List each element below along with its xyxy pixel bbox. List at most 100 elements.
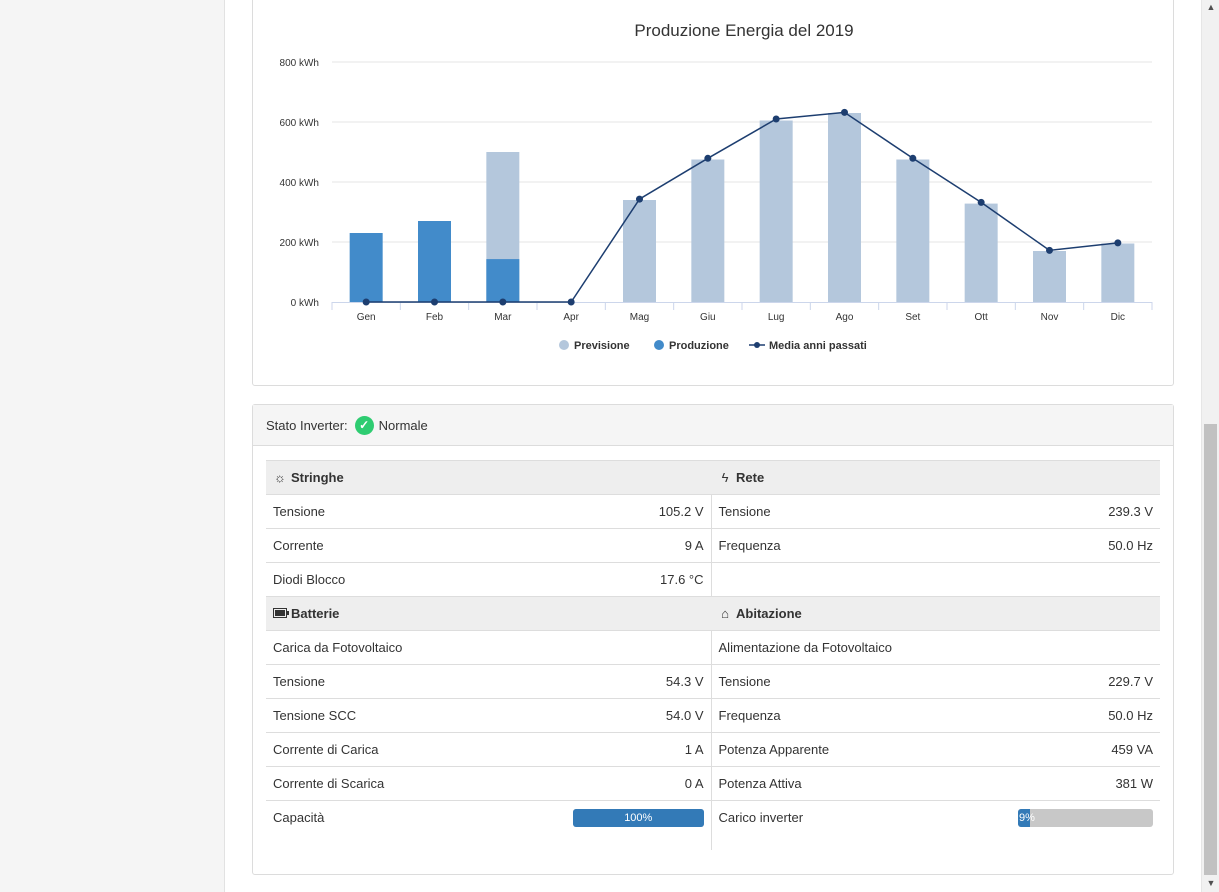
batterie-mode: Carica da Fotovoltaico [266,630,712,665]
capacity-label: Capacità [266,800,566,834]
table-row: Carica da Fotovoltaico Alimentazione da … [266,630,1161,665]
x-tick-label: Dic [1111,312,1125,323]
chart-title: Produzione Energia del 2019 [634,21,853,40]
inverter-status-header: Stato Inverter: ✓ Normale [253,405,1173,446]
measurements-table: ☼ Stringhe ϟ Rete Tensione 105.2 V Tension… [266,460,1161,850]
empty-cell [1011,562,1161,597]
forecast-bar [1033,251,1066,302]
production-bar [349,233,383,302]
batterie-label: Tensione [266,664,566,699]
table-row: Tensione 54.3 V Tensione 229.7 V [266,664,1161,699]
stringhe-header: ☼ Stringhe [266,460,712,495]
x-tick-label: Mag [630,312,649,323]
forecast-bar [964,203,998,302]
abitazione-value: 459 VA [1011,732,1161,767]
average-point [841,108,848,116]
x-tick-label: Feb [426,312,444,323]
y-tick-label: 200 kWh [280,238,319,249]
average-line [366,111,1118,303]
average-point [1046,246,1053,254]
y-tick-label: 0 kWh [291,298,319,309]
table-row: Corrente 9 A Frequenza 50.0 Hz [266,528,1161,563]
abitazione-label: Frequenza [711,698,1012,733]
load-label: Carico inverter [711,800,1012,834]
scrollbar-thumb[interactable] [1204,424,1217,875]
batterie-value: 1 A [566,732,712,767]
x-tick-label: Gen [357,312,376,323]
batterie-label: Tensione SCC [266,698,566,733]
forecast-bar [691,159,725,302]
x-tick-label: Lug [768,312,785,323]
forecast-bar [1101,243,1135,302]
energy-chart: Produzione Energia del 2019 0 kWh 200 kWh 4… [280,21,1153,352]
x-tick-label: Mar [494,312,512,323]
table-row: Tensione SCC 54.0 V Frequenza 50.0 Hz [266,698,1161,733]
abitazione-label: Potenza Attiva [711,766,1012,801]
average-point [499,298,507,306]
x-tick-label: Ott [974,312,988,323]
spacer-cell [266,834,712,850]
scroll-down-arrow-icon[interactable]: ▼ [1202,876,1219,890]
abitazione-label: Potenza Apparente [711,732,1012,767]
page-scrollbar[interactable]: ▲ ▼ [1201,0,1219,892]
abitazione-mode: Alimentazione da Fotovoltaico [711,630,1161,665]
section-header-row: ☼ Stringhe ϟ Rete [266,460,1161,495]
legend-marker-media [754,342,760,348]
average-point [772,115,780,123]
sun-icon: ☼ [274,470,286,485]
stringhe-label: Tensione [266,494,566,529]
abitazione-value: 229.7 V [1011,664,1161,699]
spacer-cell [711,834,1160,850]
load-progress-bar: 9% [1018,808,1154,827]
rete-value: 50.0 Hz [1011,528,1161,563]
forecast-bar [828,113,861,302]
x-tick-label: Giu [700,312,716,323]
table-row: Diodi Blocco 17.6 °C [266,562,1161,597]
rete-title: Rete [736,470,765,485]
legend-label-produzione: Produzione [669,340,729,352]
inverter-status-value: Normale [378,417,428,433]
load-progress-text: 9% [1019,811,1035,824]
abitazione-header: ⌂ Abitazione [711,596,1161,631]
batterie-header: Batterie [266,596,712,631]
capacity-progress-text: 100% [624,811,653,824]
abitazione-value: 381 W [1011,766,1161,801]
left-pane [0,0,225,892]
stringhe-label: Corrente [266,528,566,563]
capacity-progress-bar: 100% [573,808,704,827]
y-tick-label: 400 kWh [280,178,319,189]
average-point [977,198,985,206]
abitazione-value: 50.0 Hz [1011,698,1161,733]
inverter-status-label: Stato Inverter: [266,417,348,433]
stringhe-value: 105.2 V [566,494,712,529]
batterie-label: Corrente di Carica [266,732,566,767]
rete-label: Frequenza [711,528,1012,563]
table-row: Tensione 105.2 V Tensione 239.3 V [266,494,1161,529]
rete-header: ϟ Rete [711,460,1161,495]
battery-icon [273,606,289,621]
rete-label: Tensione [711,494,1012,529]
average-point [362,298,370,306]
x-tick-label: Nov [1041,312,1059,323]
capacity-cell: 100% [566,800,712,834]
x-tick-label: Apr [563,312,579,323]
stringhe-value: 17.6 °C [566,562,712,597]
inverter-status-panel: Stato Inverter: ✓ Normale ☼ Stringhe ϟ Ret… [252,404,1174,875]
legend-marker-previsione [559,340,569,350]
table-row: Corrente di Carica 1 A Potenza Apparente… [266,732,1161,767]
y-tick-label: 800 kWh [280,58,319,69]
legend-marker-produzione [654,340,664,350]
chart-panel: Produzione Energia del 2019 0 kWh 200 kWh 4… [252,0,1174,386]
average-point [704,154,712,162]
average-point [431,298,438,306]
average-point [567,298,575,306]
check-circle-icon: ✓ [354,415,374,435]
empty-cell [711,562,1012,597]
batterie-value: 54.3 V [566,664,712,699]
legend-label-media: Media anni passati [769,340,867,352]
batterie-label: Corrente di Scarica [266,766,566,801]
x-tick-label: Ago [836,312,854,323]
batterie-value: 0 A [566,766,712,801]
scroll-up-arrow-icon[interactable]: ▲ [1202,0,1219,14]
average-point [1114,239,1122,247]
